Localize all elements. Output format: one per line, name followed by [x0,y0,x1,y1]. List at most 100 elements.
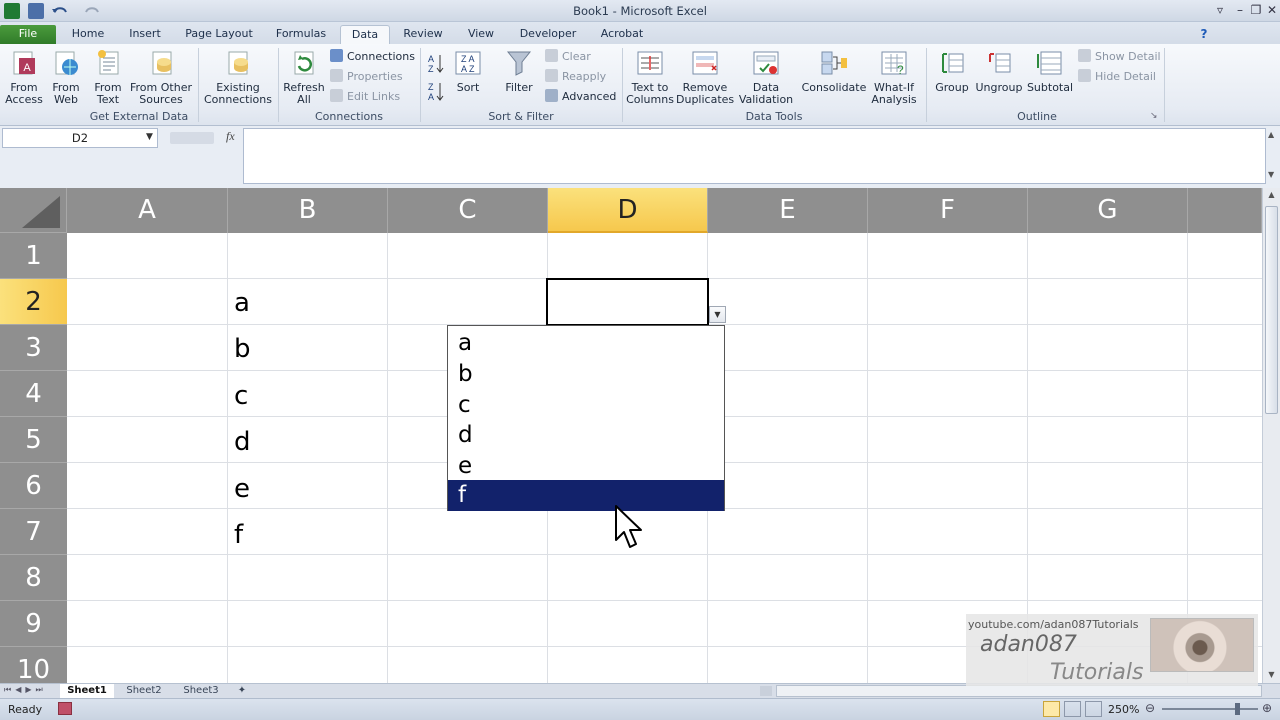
cell-b5[interactable]: d [228,419,251,465]
column-header-a[interactable]: A [67,188,228,233]
column-header-h[interactable] [1188,188,1262,233]
from-other-sources-button[interactable]: From Other Sources [128,48,194,106]
group-button[interactable]: Group [930,48,974,94]
tab-insert[interactable]: Insert [118,25,172,45]
subtotal-button[interactable]: Subtotal [1024,48,1076,94]
close-button[interactable]: ✕ [1264,2,1280,18]
ungroup-button[interactable]: Ungroup [974,48,1024,94]
row-header-9[interactable]: 9 [0,601,67,647]
data-validation-button[interactable]: Data Validation [734,48,798,106]
macro-record-icon[interactable] [58,702,72,715]
sort-a-z-icon[interactable]: AZ [428,52,446,74]
row-header-6[interactable]: 6 [0,463,67,509]
name-box[interactable]: D2 [2,128,158,148]
edit-links-button[interactable]: Edit Links [330,88,400,106]
cell-b6[interactable]: e [228,466,250,512]
formula-collapse-icon[interactable]: ▼ [1268,170,1274,179]
tab-file[interactable]: File [0,25,56,45]
zoom-in-icon[interactable]: ⊕ [1262,701,1272,715]
dropdown-option-b[interactable]: b [448,359,724,390]
dropdown-option-d[interactable]: d [448,420,724,451]
page-layout-view-icon[interactable] [1064,701,1081,717]
remove-duplicates-button[interactable]: Remove Duplicates [676,48,734,106]
cell-b2[interactable]: a [228,280,250,326]
row-header-5[interactable]: 5 [0,417,67,463]
tab-acrobat[interactable]: Acrobat [592,25,652,45]
tab-data[interactable]: Data [340,25,390,45]
cell-b7[interactable]: f [228,512,243,558]
column-header-f[interactable]: F [868,188,1028,233]
formula-expand-icon[interactable]: ▲ [1268,130,1274,139]
restore-button[interactable]: ❐ [1248,2,1264,18]
dropdown-option-a[interactable]: a [448,328,724,359]
tab-view[interactable]: View [458,25,504,45]
consolidate-button[interactable]: Consolidate [800,48,868,94]
scroll-up-icon[interactable]: ▲ [1265,190,1278,202]
sheet-tab-2[interactable]: Sheet2 [116,684,172,698]
name-box-dropdown-icon[interactable]: ▼ [146,132,153,142]
formula-input[interactable] [243,128,1266,184]
cell-b4[interactable]: c [228,373,248,419]
zoom-out-icon[interactable]: ⊖ [1145,701,1155,715]
row-header-3[interactable]: 3 [0,325,67,371]
vertical-scrollbar[interactable]: ▲ ▼ [1262,188,1280,685]
row-header-1[interactable]: 1 [0,233,67,279]
page-break-view-icon[interactable] [1085,701,1102,717]
tab-review[interactable]: Review [396,25,450,45]
help-icon[interactable]: ? [1196,26,1212,42]
from-web-button[interactable]: From Web [46,48,86,106]
validation-dropdown-arrow-icon[interactable]: ▼ [709,306,726,323]
row-header-7[interactable]: 7 [0,509,67,555]
minimize-button[interactable]: – [1232,2,1248,18]
active-cell-d2[interactable] [546,278,709,326]
dialog-launcher-icon[interactable]: ↘ [1150,110,1158,122]
tab-split-handle[interactable] [760,686,772,696]
from-access-button[interactable]: A From Access [2,48,46,106]
existing-connections-button[interactable]: Existing Connections [202,48,274,106]
sheet-tab-1[interactable]: Sheet1 [60,684,114,698]
zoom-level[interactable]: 250% [1108,703,1139,716]
tab-developer[interactable]: Developer [512,25,584,45]
text-to-columns-button[interactable]: Text to Columns [626,48,674,106]
column-header-e[interactable]: E [708,188,868,233]
ribbon-minimize-icon[interactable]: ▿ [1212,2,1228,18]
clear-button[interactable]: Clear [545,48,591,66]
cell-b3[interactable]: b [228,326,251,372]
zoom-slider-thumb[interactable] [1235,703,1240,715]
connections-button[interactable]: Connections [330,48,415,66]
what-if-analysis-button[interactable]: ? What-If Analysis [866,48,922,106]
from-text-button[interactable]: From Text [88,48,128,106]
column-header-c[interactable]: C [388,188,548,233]
refresh-all-button[interactable]: Refresh All [282,48,326,106]
horizontal-scrollbar[interactable] [776,685,1262,697]
sheet-nav-arrows-icon[interactable]: ⏮◀▶⏭ [4,685,47,695]
column-header-g[interactable]: G [1028,188,1188,233]
insert-sheet-icon[interactable]: ✦ [230,684,254,698]
row-header-10[interactable]: 10 [0,647,67,685]
insert-function-icon[interactable]: fx [226,129,235,144]
tab-home[interactable]: Home [62,25,114,45]
row-header-8[interactable]: 8 [0,555,67,601]
column-header-b[interactable]: B [228,188,388,233]
properties-button[interactable]: Properties [330,68,403,86]
hide-detail-button[interactable]: Hide Detail [1078,68,1156,86]
sort-button[interactable]: Z AA Z Sort [450,48,486,94]
scrollbar-thumb[interactable] [1265,206,1278,414]
zoom-slider[interactable] [1162,708,1258,710]
dropdown-option-f[interactable]: f [448,480,724,511]
advanced-button[interactable]: Advanced [545,88,616,106]
dropdown-option-c[interactable]: c [448,390,724,421]
filter-button[interactable]: Filter [500,48,538,94]
scroll-down-icon[interactable]: ▼ [1265,670,1278,682]
tab-page-layout[interactable]: Page Layout [178,25,260,45]
sort-z-a-icon[interactable]: ZA [428,80,446,102]
sheet-tab-3[interactable]: Sheet3 [174,684,228,698]
formula-bar-splitter[interactable] [170,132,214,144]
row-header-2[interactable]: 2 [0,279,67,325]
select-all-corner[interactable] [0,188,67,233]
tab-formulas[interactable]: Formulas [268,25,334,45]
reapply-button[interactable]: Reapply [545,68,606,86]
normal-view-icon[interactable] [1043,701,1060,717]
show-detail-button[interactable]: Show Detail [1078,48,1161,66]
column-header-d[interactable]: D [548,188,708,233]
